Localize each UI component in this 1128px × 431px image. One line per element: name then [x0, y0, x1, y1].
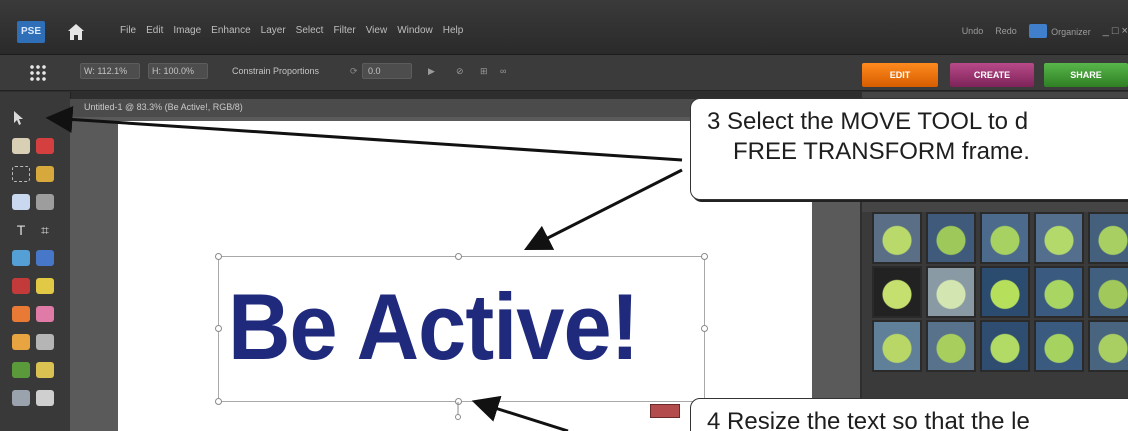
transform-handle-top-middle[interactable] — [455, 253, 462, 260]
smart-brush-tool-icon[interactable] — [36, 334, 54, 350]
menu-item-layer[interactable]: Layer — [261, 25, 286, 36]
menu-item-filter[interactable]: Filter — [333, 25, 355, 36]
menu-item-enhance[interactable]: Enhance — [211, 25, 250, 36]
shape-tool-icon[interactable] — [12, 390, 30, 406]
callout-3-line-2: FREE TRANSFORM frame. — [733, 138, 1030, 165]
clone-stamp-tool-icon[interactable] — [12, 306, 30, 322]
effect-thumbnail[interactable] — [980, 212, 1030, 264]
eyedropper-tool-icon[interactable] — [36, 138, 54, 154]
callout-4-text: 4 Resize the text so that the le — [707, 408, 1030, 431]
instruction-callout-step-3: 3 Select the MOVE TOOL to d FREE TRANSFO… — [690, 98, 1128, 200]
rotate-angle-icon: ⟳ — [350, 66, 358, 76]
rotate-angle-value: 0.0 — [368, 66, 381, 76]
type-tool-icon[interactable]: T — [12, 222, 30, 238]
transform-handle-middle-right[interactable] — [701, 325, 708, 332]
menu-bar: PSE File Edit Image Enhance Layer Select… — [0, 0, 1128, 55]
red-eye-tool-icon[interactable] — [12, 278, 30, 294]
spot-healing-tool-icon[interactable] — [36, 278, 54, 294]
document-title: Untitled-1 @ 83.3% (Be Active!, RGB/8) — [84, 102, 243, 112]
top-right-controls: Undo Redo Organizer _ □ × — [962, 22, 1128, 40]
effect-thumbnail[interactable] — [1088, 320, 1128, 372]
organizer-button[interactable]: Organizer — [1028, 22, 1091, 40]
commit-icon[interactable]: ▶ — [428, 66, 435, 77]
instruction-callout-step-4: 4 Resize the text so that the le — [690, 398, 1128, 431]
effect-thumbnail[interactable] — [980, 266, 1030, 318]
effect-thumbnail[interactable] — [1034, 266, 1084, 318]
effect-thumbnail[interactable] — [872, 212, 922, 264]
main-menu: File Edit Image Enhance Layer Select Fil… — [120, 25, 463, 36]
free-transform-frame[interactable] — [218, 256, 705, 402]
menu-item-view[interactable]: View — [366, 25, 388, 36]
gradient-tool-icon[interactable] — [36, 362, 54, 378]
crop-tool-icon[interactable]: ⌗ — [36, 222, 54, 238]
effect-thumbnail[interactable] — [926, 320, 976, 372]
effect-thumbnail[interactable] — [926, 266, 976, 318]
link-icon[interactable]: ∞ — [500, 66, 506, 76]
menu-item-window[interactable]: Window — [397, 25, 433, 36]
effect-thumbnail[interactable] — [1034, 212, 1084, 264]
app-logo-icon: PSE — [17, 21, 45, 43]
effect-thumbnail[interactable] — [980, 320, 1030, 372]
grid-icon[interactable]: ⊞ — [480, 66, 488, 77]
marquee-tool-icon[interactable] — [12, 166, 30, 182]
menu-item-edit[interactable]: Edit — [146, 25, 163, 36]
redo-button[interactable]: Redo — [995, 26, 1017, 36]
organizer-label: Organizer — [1051, 27, 1091, 37]
tool-options-grid-icon[interactable] — [29, 64, 47, 82]
eraser-tool-icon[interactable] — [36, 306, 54, 322]
home-icon[interactable] — [66, 22, 86, 42]
move-tool-icon[interactable] — [12, 110, 30, 126]
organizer-icon — [1028, 23, 1047, 38]
effect-thumbnail[interactable] — [872, 266, 922, 318]
transform-handle-top-right[interactable] — [701, 253, 708, 260]
menu-item-image[interactable]: Image — [173, 25, 201, 36]
menu-item-select[interactable]: Select — [296, 25, 324, 36]
toolbox: T ⌗ — [0, 92, 71, 431]
effect-thumbnail[interactable] — [872, 320, 922, 372]
hand-tool-icon[interactable] — [12, 138, 30, 154]
transform-handle-middle-left[interactable] — [215, 325, 222, 332]
magic-wand-tool-icon[interactable] — [12, 194, 30, 210]
brush-select-tool-icon[interactable] — [36, 194, 54, 210]
effect-thumbnail[interactable] — [1088, 212, 1128, 264]
small-red-thumbnail — [650, 404, 680, 418]
height-value: H: 100.0% — [152, 66, 195, 76]
tab-create[interactable]: CREATE — [950, 63, 1034, 87]
callout-3-line-1: 3 Select the MOVE TOOL to d — [707, 108, 1029, 135]
undo-button[interactable]: Undo — [962, 26, 984, 36]
rotate-handle-icon[interactable] — [454, 402, 462, 420]
paint-bucket-tool-icon[interactable] — [12, 362, 30, 378]
tab-share[interactable]: SHARE — [1044, 63, 1128, 87]
brush-tool-icon[interactable] — [12, 334, 30, 350]
photoshop-elements-window: PSE File Edit Image Enhance Layer Select… — [0, 0, 1128, 431]
blur-tool-icon[interactable] — [36, 390, 54, 406]
width-value: W: 112.1% — [84, 66, 128, 76]
lasso-tool-icon[interactable] — [36, 166, 54, 182]
menu-item-help[interactable]: Help — [443, 25, 464, 36]
tab-edit[interactable]: EDIT — [862, 63, 938, 87]
cancel-icon[interactable]: ⊘ — [456, 66, 464, 77]
straighten-tool-icon[interactable] — [36, 250, 54, 266]
constrain-proportions-checkbox[interactable]: Constrain Proportions — [232, 66, 319, 76]
window-controls[interactable]: _ □ × — [1103, 25, 1128, 37]
transform-handle-top-left[interactable] — [215, 253, 222, 260]
transform-handle-bottom-left[interactable] — [215, 398, 222, 405]
menu-item-file[interactable]: File — [120, 25, 136, 36]
effect-thumbnail[interactable] — [1088, 266, 1128, 318]
effect-thumbnail[interactable] — [926, 212, 976, 264]
cookie-cutter-tool-icon[interactable] — [12, 250, 30, 266]
effect-thumbnail[interactable] — [1034, 320, 1084, 372]
